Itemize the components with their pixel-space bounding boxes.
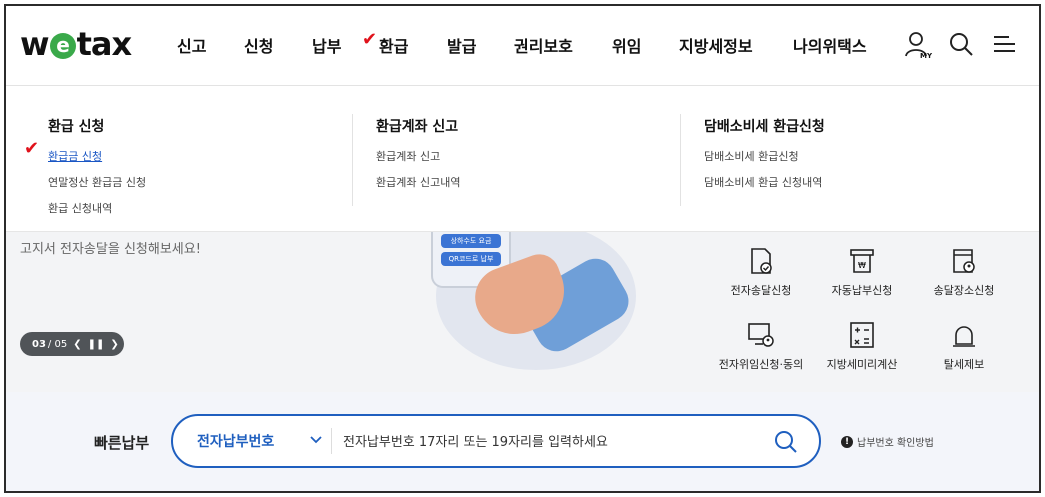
refund-dropdown-menu: 환급 신청 환급금 신청 연말정산 환급금 신청 환급 신청내역 ✔ 환급계좌 … — [6, 86, 1039, 232]
quick-delivery-address[interactable]: 송달장소신청 — [909, 246, 1019, 298]
nav-local-tax-info[interactable]: 지방세정보 — [679, 33, 753, 57]
chevron-down-icon[interactable] — [309, 431, 323, 445]
quick-pay-searchbox: 전자납부번호 — [171, 414, 821, 468]
dropdown-col-tobacco-refund: 담배소비세 환급신청 담배소비세 환급신청 담배소비세 환급 신청내역 — [704, 116, 825, 200]
dropdown-heading: 담배소비세 환급신청 — [704, 119, 825, 135]
divider — [331, 428, 332, 454]
svg-text:₩: ₩ — [858, 261, 866, 270]
link-tobacco-refund[interactable]: 담배소비세 환급신청 — [704, 148, 825, 164]
nav-apply[interactable]: 신청 — [244, 33, 273, 57]
link-refund-account-history[interactable]: 환급계좌 신고내역 — [376, 174, 460, 190]
search-icon[interactable] — [773, 429, 799, 455]
divider — [680, 114, 681, 206]
monitor-user-icon — [746, 320, 776, 350]
divider — [352, 114, 353, 206]
browser-frame: w e tax 신고 신청 납부 ✔ 환급 발급 권리보호 위임 지방세정보 나의위… — [4, 4, 1041, 493]
slide-total: / 05 — [47, 338, 68, 350]
link-refund-history[interactable]: 환급 신청내역 — [48, 200, 146, 216]
nav-delegate[interactable]: 위임 — [612, 33, 641, 57]
link-refund-account-report[interactable]: 환급계좌 신고 — [376, 148, 460, 164]
auto-pay-icon: ₩ — [847, 246, 877, 276]
my-label: MY — [920, 52, 933, 60]
site-header: w e tax 신고 신청 납부 ✔ 환급 발급 권리보호 위임 지방세정보 나의위… — [6, 6, 1039, 86]
dropdown-col-refund-account: 환급계좌 신고 환급계좌 신고 환급계좌 신고내역 — [376, 116, 460, 200]
menu-icon[interactable] — [991, 30, 1019, 58]
slide-current: 03 — [32, 338, 46, 350]
payment-number-input[interactable] — [343, 428, 763, 456]
payment-type-select[interactable]: 전자납부번호 — [197, 431, 274, 451]
quick-e-delivery[interactable]: 전자송달신청 — [706, 246, 816, 298]
wetax-logo[interactable]: w e tax — [20, 25, 132, 63]
quick-auto-pay[interactable]: ₩ 자동납부신청 — [807, 246, 917, 298]
next-slide-icon[interactable]: ❯ — [110, 339, 118, 350]
search-icon[interactable] — [947, 30, 975, 58]
dropdown-heading: 환급계좌 신고 — [376, 119, 459, 135]
promo-banner: 고지서 전자송달을 신청해보세요! 상하수도 요금 QR코드로 납부 03 / … — [6, 222, 1039, 392]
alarm-bell-icon — [949, 320, 979, 350]
nav-issue[interactable]: 발급 — [447, 33, 476, 57]
checkmark-icon: ✔ — [24, 138, 40, 159]
nav-file[interactable]: 신고 — [177, 33, 206, 57]
info-icon: ! — [841, 435, 853, 448]
slide-controls: 03 / 05 ❮ ❚❚ ❯ — [20, 332, 124, 356]
quick-tax-evasion-report[interactable]: 탈세제보 — [909, 320, 1019, 372]
user-icon[interactable]: MY — [904, 30, 933, 60]
location-doc-icon — [949, 246, 979, 276]
phone-button-qr: QR코드로 납부 — [441, 252, 501, 266]
banner-text: 고지서 전자송달을 신청해보세요! — [20, 242, 201, 257]
checkmark-icon: ✔ — [362, 29, 378, 50]
dropdown-heading: 환급 신청 — [48, 119, 105, 135]
phone-button-water: 상하수도 요금 — [441, 234, 501, 248]
nav-my-wetax[interactable]: 나의위택스 — [793, 33, 867, 57]
link-tobacco-refund-history[interactable]: 담배소비세 환급 신청내역 — [704, 174, 825, 190]
nav-rights[interactable]: 권리보호 — [514, 33, 573, 57]
link-refund-apply[interactable]: 환급금 신청 — [48, 148, 146, 164]
nav-pay[interactable]: 납부 — [312, 33, 341, 57]
nav-refund[interactable]: 환급 — [379, 33, 408, 57]
quick-tax-calculator[interactable]: 지방세미리계산 — [807, 320, 917, 372]
prev-slide-icon[interactable]: ❮ — [73, 339, 81, 350]
payment-number-help-link[interactable]: ! 납부번호 확인방법 — [841, 434, 934, 449]
document-check-icon — [746, 246, 776, 276]
pause-icon[interactable]: ❚❚ — [88, 339, 105, 350]
quick-e-delegation[interactable]: 전자위임신청·동의 — [706, 320, 816, 372]
quick-pay-section: 빠른납부 전자납부번호 ! 납부번호 확인방법 — [6, 392, 1039, 491]
calculator-icon — [847, 320, 877, 350]
dropdown-col-refund-apply: 환급 신청 환급금 신청 연말정산 환급금 신청 환급 신청내역 — [48, 116, 146, 226]
link-year-end-refund[interactable]: 연말정산 환급금 신청 — [48, 174, 146, 190]
quick-pay-label: 빠른납부 — [94, 434, 150, 452]
